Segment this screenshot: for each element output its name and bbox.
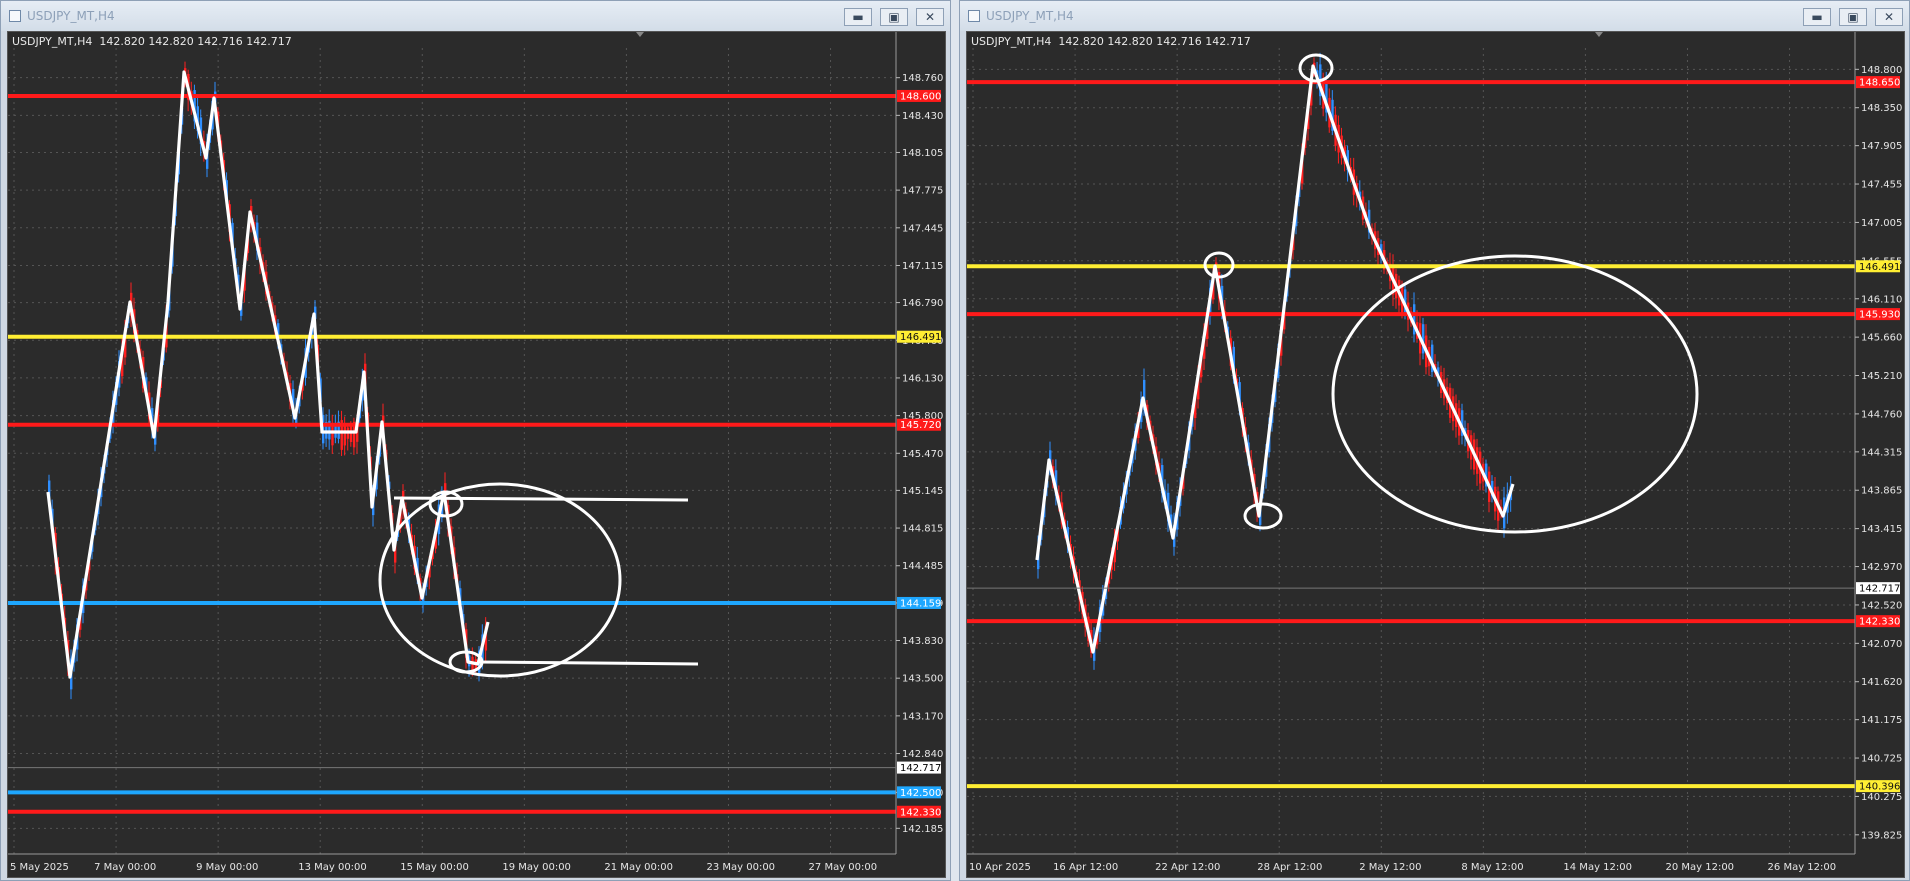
price-tick-label: 148.105 [902, 148, 943, 159]
price-tick-label: 145.210 [1861, 371, 1902, 382]
chart-window-left[interactable]: USDJPY_MT,H4 ▬ ▣ ✕ 148.760 148.430 148.105… [0, 0, 951, 881]
price-tick-label: 142.070 [1861, 639, 1902, 650]
time-axis-label: 16 Apr 12:00 [1053, 862, 1118, 873]
price-tick-label: 144.760 [1861, 409, 1902, 420]
current-price-label: 142.717 [900, 763, 941, 774]
time-axis-label: 7 May 00:00 [94, 862, 156, 873]
price-tick-label: 147.445 [902, 223, 943, 234]
price-tick-label: 146.130 [902, 373, 943, 384]
price-tick-label: 143.830 [902, 636, 943, 647]
price-tick-label: 144.315 [1861, 447, 1902, 458]
price-tick-label: 147.775 [902, 186, 943, 197]
price-tick-label: 141.620 [1861, 677, 1902, 688]
price-tick-label: 144.485 [902, 561, 943, 572]
price-tick-label: 144.815 [902, 524, 943, 535]
price-level-label: 145.930 [1859, 310, 1900, 321]
price-tick-label: 139.825 [1861, 830, 1902, 841]
close-button[interactable]: ✕ [1875, 8, 1903, 26]
price-tick-label: 147.115 [902, 261, 943, 272]
title-bar[interactable]: USDJPY_MT,H4 ▬ ▣ ✕ [960, 1, 1909, 31]
price-tick-label: 142.970 [1861, 562, 1902, 573]
price-tick-label: 140.275 [1861, 792, 1902, 803]
price-level-label: 142.330 [900, 807, 941, 818]
time-axis-label: 9 May 00:00 [196, 862, 258, 873]
price-level-label: 145.720 [900, 420, 941, 431]
symbol-info-line: USDJPY_MT,H4 142.820 142.820 142.716 142… [971, 35, 1251, 48]
chart-window-right[interactable]: USDJPY_MT,H4 ▬ ▣ ✕ 148.800 148.350 147.905… [959, 0, 1910, 881]
time-axis-label: 20 May 12:00 [1665, 862, 1734, 873]
time-axis-label: 27 May 00:00 [809, 862, 878, 873]
price-level-label: 142.500 [900, 788, 941, 799]
chart-window-icon [9, 10, 21, 22]
price-tick-label: 145.660 [1861, 333, 1902, 344]
time-axis-label: 22 Apr 12:00 [1155, 862, 1220, 873]
chart-shift-marker[interactable] [1595, 32, 1603, 37]
maximize-button[interactable]: ▣ [880, 8, 908, 26]
price-tick-label: 146.790 [902, 298, 943, 309]
chart-canvas[interactable]: 148.800148.350147.905147.455147.005146.5… [966, 31, 1905, 878]
horizontal-drawing[interactable] [477, 660, 699, 666]
time-axis-label: 19 May 00:00 [502, 862, 571, 873]
price-tick-label: 148.800 [1861, 65, 1902, 76]
price-tick-label: 143.415 [1861, 524, 1902, 535]
price-tick-label: 146.110 [1861, 294, 1902, 305]
price-level-label: 142.330 [1859, 617, 1900, 628]
time-axis-label: 15 May 00:00 [400, 862, 469, 873]
time-axis-label: 28 Apr 12:00 [1257, 862, 1322, 873]
price-tick-label: 143.500 [902, 674, 943, 685]
minimize-button[interactable]: ▬ [844, 8, 872, 26]
time-axis-label: 21 May 00:00 [604, 862, 673, 873]
price-tick-label: 145.145 [902, 486, 943, 497]
window-title: USDJPY_MT,H4 [27, 9, 115, 23]
price-level-label: 148.650 [1859, 78, 1900, 89]
chart-canvas[interactable]: 148.760 148.430 148.105 147.775 147.445 147.1… [7, 31, 946, 878]
price-tick-label: 148.350 [1861, 103, 1902, 114]
time-axis-label: 8 May 12:00 [1461, 862, 1523, 873]
title-bar[interactable]: USDJPY_MT,H4 ▬ ▣ ✕ [1, 1, 950, 31]
price-tick-label: 147.905 [1861, 141, 1902, 152]
time-axis-label: 10 Apr 2025 [969, 862, 1031, 873]
price-tick-label: 147.005 [1861, 218, 1902, 229]
chart-shift-marker[interactable] [636, 32, 644, 37]
price-level-label: 146.491 [1859, 262, 1900, 273]
price-chart[interactable]: 148.800148.350147.905147.455147.005146.5… [967, 32, 1904, 877]
price-tick-label: 140.725 [1861, 754, 1902, 765]
time-axis-label: 5 May 2025 [10, 862, 69, 873]
price-level-label: 140.396 [1859, 782, 1900, 793]
time-axis-label: 14 May 12:00 [1563, 862, 1632, 873]
price-tick-label: 142.185 [902, 824, 943, 835]
price-tick-label: 142.520 [1861, 600, 1902, 611]
price-tick-label: 143.170 [902, 711, 943, 722]
price-tick-label: 141.175 [1861, 715, 1902, 726]
candle [349, 425, 353, 442]
chart-window-icon [968, 10, 980, 22]
price-tick-label: 143.865 [1861, 486, 1902, 497]
symbol-info-line: USDJPY_MT,H4 142.820 142.820 142.716 142… [12, 35, 292, 48]
ellipse-drawing[interactable] [378, 482, 622, 678]
time-axis-label: 13 May 00:00 [298, 862, 367, 873]
time-axis-label: 23 May 00:00 [706, 862, 775, 873]
time-axis-label: 26 May 12:00 [1768, 862, 1837, 873]
price-tick-label: 145.470 [902, 449, 943, 460]
close-button[interactable]: ✕ [916, 8, 944, 26]
current-price-label: 142.717 [1859, 584, 1900, 595]
maximize-button[interactable]: ▣ [1839, 8, 1867, 26]
price-tick-label: 148.760 [902, 73, 943, 84]
time-axis-label: 2 May 12:00 [1359, 862, 1421, 873]
ellipse-drawing[interactable] [1243, 502, 1283, 530]
price-level-label: 146.491 [900, 332, 941, 343]
price-chart[interactable]: 148.760 148.430 148.105 147.775 147.445 147.1… [8, 32, 945, 877]
window-title: USDJPY_MT,H4 [986, 9, 1074, 23]
price-level-label: 144.159 [900, 598, 941, 609]
price-level-label: 148.600 [900, 91, 941, 102]
price-tick-label: 142.840 [902, 749, 943, 760]
minimize-button[interactable]: ▬ [1803, 8, 1831, 26]
price-tick-label: 147.455 [1861, 180, 1902, 191]
price-tick-label: 148.430 [902, 111, 943, 122]
